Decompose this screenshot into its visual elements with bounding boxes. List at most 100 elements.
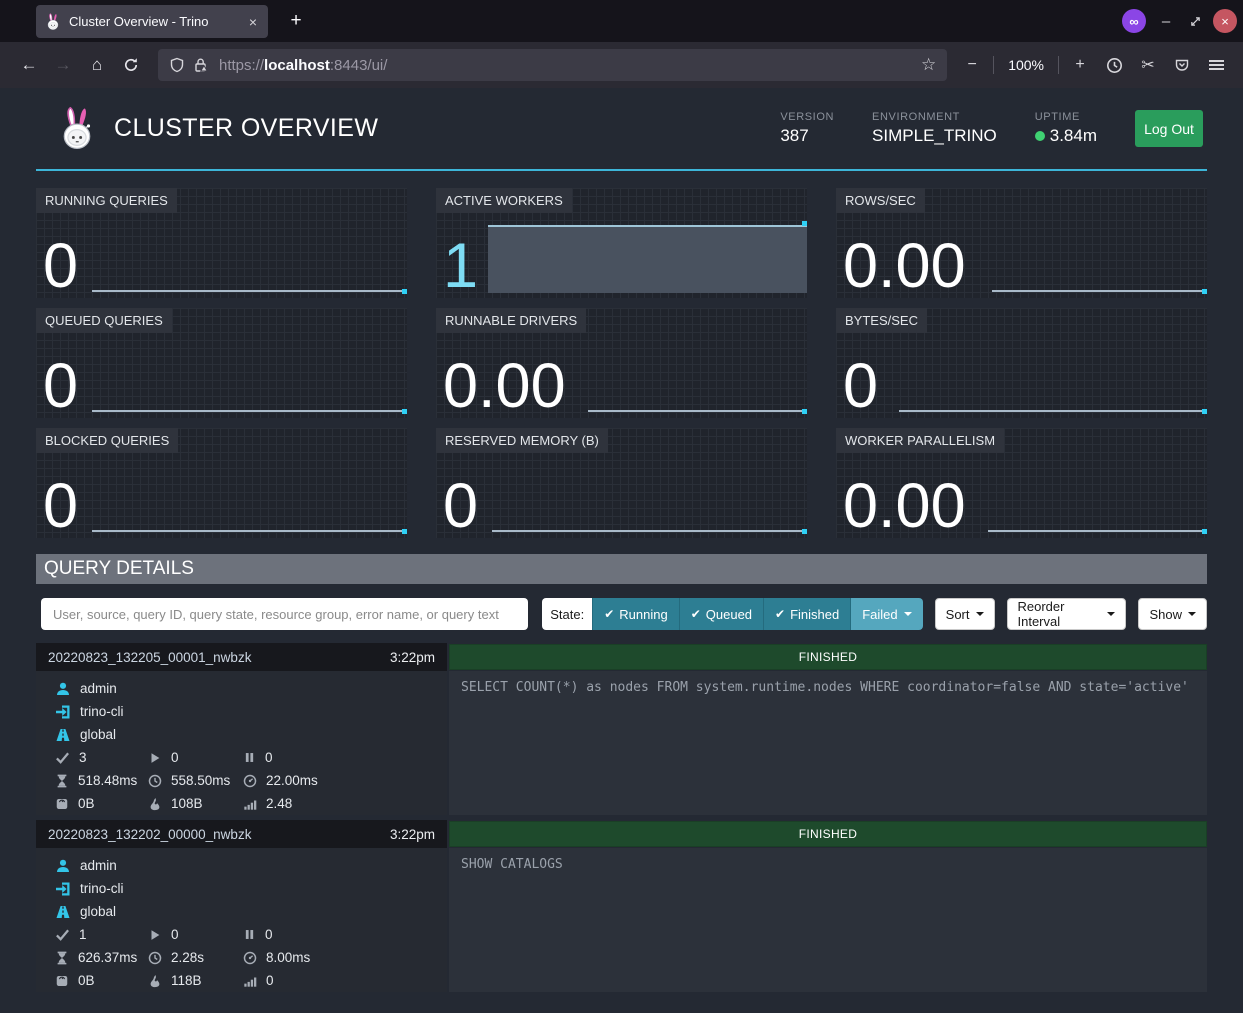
url-bar[interactable]: https://localhost:8443/ui/ ☆ [158,49,947,81]
uptime-block: UPTIME 3.84m [1035,111,1097,146]
cpu-time-icon [243,774,257,788]
query-times-row: 626.37ms 2.28s 8.00ms [36,946,447,969]
home-button[interactable]: ⌂ [80,49,114,81]
query-user-row: admin [36,677,447,700]
window-minimize-button[interactable]: – [1154,9,1178,33]
cumulative-memory-icon [148,797,162,811]
show-dropdown[interactable]: Show [1138,598,1207,630]
zoom-out-button[interactable]: − [955,49,989,81]
check-icon: ✔ [775,607,785,621]
tab-close-icon[interactable]: × [247,14,259,30]
lock-warning-icon[interactable] [193,57,209,73]
reorder-interval-dropdown[interactable]: Reorder Interval [1007,598,1127,630]
page-title: CLUSTER OVERVIEW [114,114,378,143]
sort-label: Sort [946,607,970,622]
sparkline-dot [1202,289,1207,294]
divider [1058,56,1059,74]
reorder-label: Reorder Interval [1018,599,1102,629]
window-maximize-button[interactable] [1183,9,1207,33]
running-splits: 0 [171,927,179,942]
page-header: CLUSTER OVERVIEW VERSION 387 ENVIRONMENT… [36,88,1207,169]
url-path: :8443/ui/ [330,57,388,74]
wall-time-icon [55,774,69,788]
query-search-input[interactable] [41,598,528,630]
back-button[interactable]: ← [12,49,46,81]
window-close-button[interactable]: × [1213,9,1237,33]
running-splits: 0 [171,750,179,765]
stat-label: QUEUED QUERIES [36,308,172,333]
elapsed-time: 558.50ms [171,773,230,788]
rows-per-sec-cell: 2.48 [243,792,447,815]
stat-value: 0 [43,357,78,417]
running-splits-icon [148,751,162,765]
uptime-label: UPTIME [1035,111,1097,123]
caret-down-icon [1107,612,1115,616]
query-memory-row: 0B 118B 0 [36,969,447,992]
screenshot-button[interactable]: ✂ [1131,49,1165,81]
queued-splits-cell: 0 [243,746,447,769]
zoom-in-button[interactable]: + [1063,49,1097,81]
browser-toolbar: ← → ⌂ https://localhost:8443/ui/ ☆ − 100… [0,42,1243,88]
sparkline-dot [402,289,407,294]
query-id-link[interactable]: 20220823_132205_00001_nwbzk [48,650,251,665]
stat-label: BLOCKED QUERIES [36,428,178,453]
filter-queued-button[interactable]: ✔ Queued [679,598,763,630]
filter-label: Running [619,607,667,622]
new-tab-button[interactable]: + [282,7,310,35]
query-user: admin [80,681,117,696]
query-sql-text: SELECT COUNT(*) as nodes FROM system.run… [449,671,1207,815]
query-time: 3:22pm [390,827,435,842]
browser-tab[interactable]: Cluster Overview - Trino × [36,5,268,38]
query-splits-row: 3 0 0 [36,746,447,769]
menu-button[interactable] [1199,49,1233,81]
uptime-status-dot [1035,131,1045,141]
url-text[interactable]: https://localhost:8443/ui/ [219,57,921,74]
uptime-value-row: 3.84m [1035,126,1097,146]
cumulative-memory-cell: 118B [148,969,243,992]
wall-time-cell: 518.48ms [55,769,148,792]
forward-button: → [46,49,80,81]
sort-dropdown[interactable]: Sort [935,598,995,630]
query-id-link[interactable]: 20220823_132202_00000_nwbzk [48,827,251,842]
sparkline-area [488,225,807,293]
cumulative-memory-cell: 108B [148,792,243,815]
queued-splits-cell: 0 [243,923,447,946]
stat-label: RESERVED MEMORY (B) [436,428,608,453]
logout-button[interactable]: Log Out [1135,110,1203,147]
filter-failed-dropdown[interactable]: Failed [850,598,922,630]
queued-splits: 0 [265,750,273,765]
stat-label: ROWS/SEC [836,188,925,213]
filter-running-button[interactable]: ✔ Running [592,598,679,630]
queued-splits-icon [243,928,256,941]
query-resource-group-row: global [36,900,447,923]
version-label: VERSION [780,111,834,123]
current-memory-cell: 0B [55,969,148,992]
rows-per-sec-cell: 0 [243,969,447,992]
version-block: VERSION 387 [780,111,834,146]
cpu-time: 8.00ms [266,950,310,965]
running-splits-cell: 0 [148,923,243,946]
history-button[interactable] [1097,49,1131,81]
tracking-shield-icon[interactable] [169,57,185,73]
browser-tab-bar: Cluster Overview - Trino × + ∞ – × [0,0,1243,42]
tab-title: Cluster Overview - Trino [69,14,239,29]
private-browsing-icon: ∞ [1122,9,1146,33]
pocket-button[interactable] [1165,49,1199,81]
sparkline [492,530,804,532]
stat-value: 0.00 [843,477,966,537]
sparkline [588,410,804,412]
zoom-level[interactable]: 100% [998,57,1054,73]
query-state-badge: FINISHED [449,821,1207,847]
wall-time: 626.37ms [78,950,137,965]
filter-finished-button[interactable]: ✔ Finished [763,598,850,630]
running-splits-icon [148,928,162,942]
query-meta-panel: admin trino-cli global 3 [36,671,447,815]
user-icon [55,681,71,697]
trino-favicon-icon [45,13,61,31]
environment-value: SIMPLE_TRINO [872,126,997,146]
bookmark-star-icon[interactable]: ☆ [921,55,936,75]
stat-value: 0.00 [443,357,566,417]
reload-button[interactable] [114,49,148,81]
elapsed-time-icon [148,774,162,788]
query-memory-row: 0B 108B 2.48 [36,792,447,815]
